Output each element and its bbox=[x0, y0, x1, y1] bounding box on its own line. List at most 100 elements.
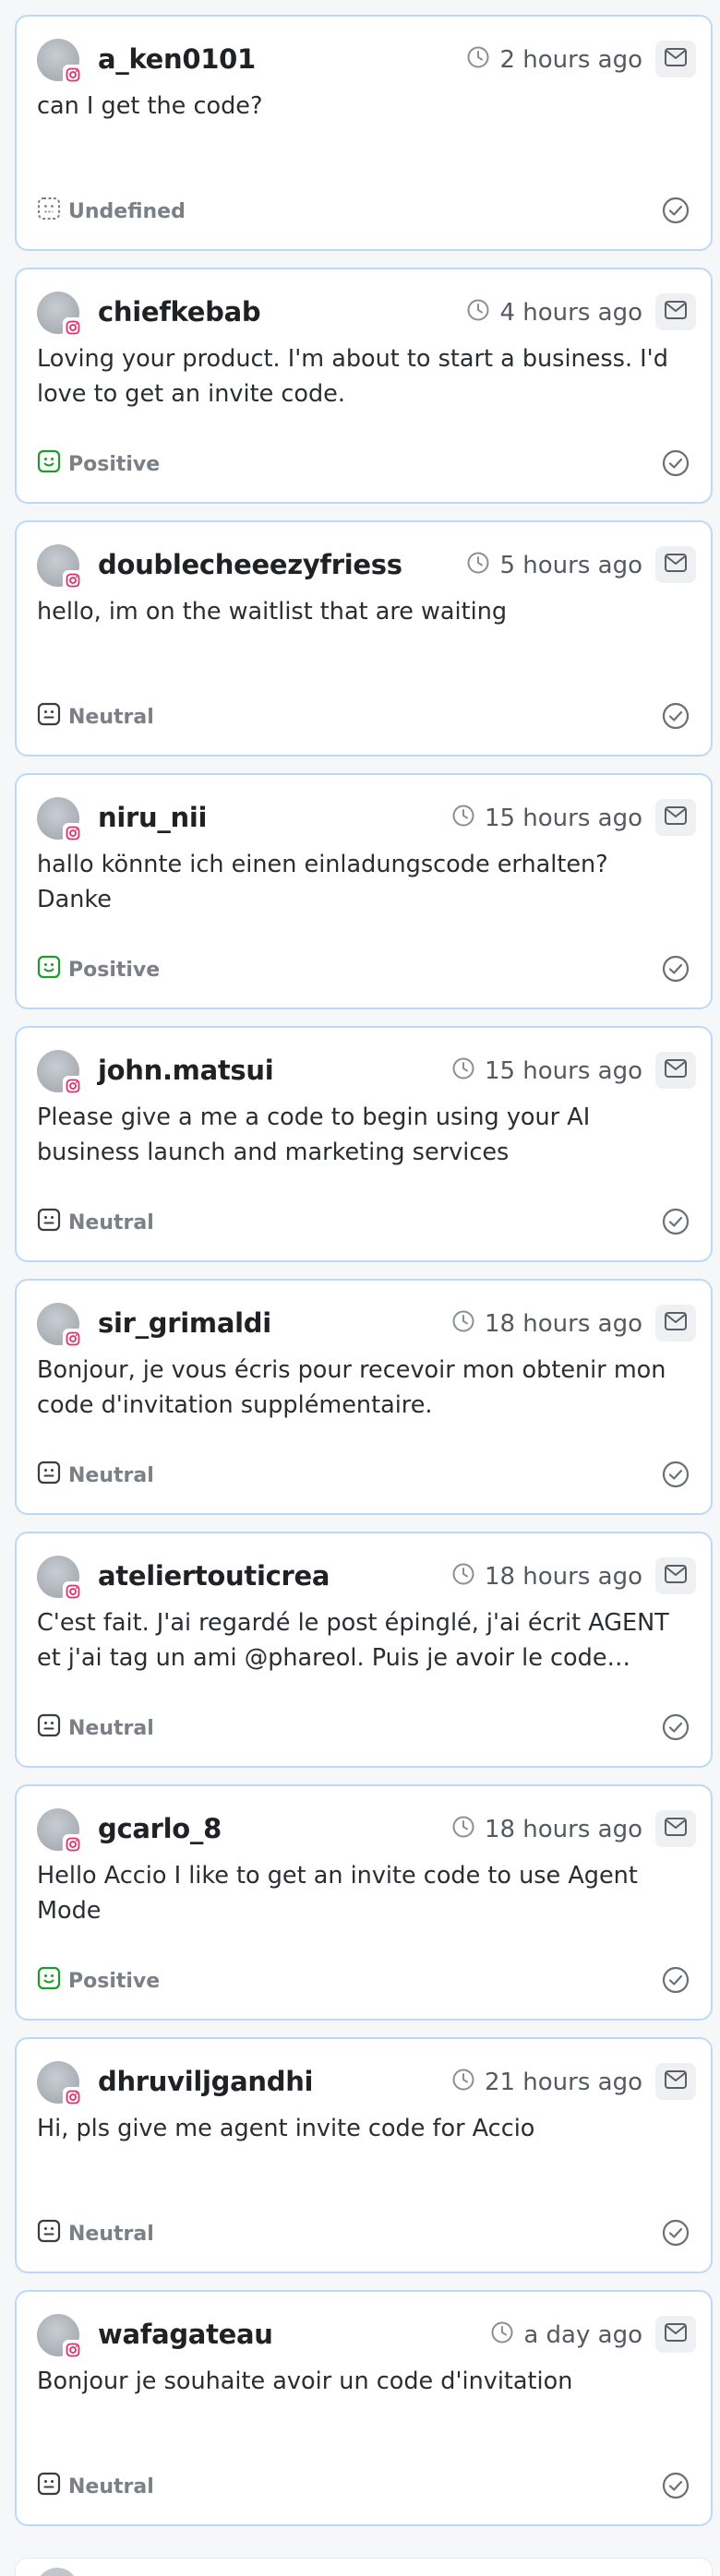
sentiment-badge: Neutral bbox=[37, 2471, 154, 2502]
sentiment-badge: Positive bbox=[37, 448, 160, 480]
sentiment-badge: Neutral bbox=[37, 701, 154, 733]
smile-face-icon bbox=[37, 955, 61, 984]
reply-button[interactable] bbox=[655, 1557, 696, 1594]
clock-icon bbox=[451, 1056, 475, 1087]
mail-icon bbox=[664, 47, 688, 71]
mail-icon bbox=[664, 2069, 688, 2093]
neutral-face-icon bbox=[37, 1461, 61, 1490]
avatar bbox=[37, 1303, 83, 1349]
message-card[interactable]: gcarlo_8 18 hours ago Hello Accio I like… bbox=[15, 1784, 713, 2021]
sentiment-label: Neutral bbox=[68, 2222, 154, 2246]
timestamp: a day ago bbox=[490, 2317, 642, 2354]
timestamp: 5 hours ago bbox=[466, 547, 642, 584]
timestamp: 21 hours ago bbox=[451, 2064, 642, 2101]
message-card[interactable]: doublecheeezyfriess 5 hours ago hello, i… bbox=[15, 520, 713, 757]
resolve-button[interactable] bbox=[659, 1207, 692, 1240]
resolve-button[interactable] bbox=[659, 954, 692, 987]
neutral-face-icon bbox=[37, 702, 61, 732]
sentiment-badge: Undefined bbox=[37, 196, 186, 227]
sentiment-label: Positive bbox=[68, 1969, 161, 1993]
instagram-icon bbox=[63, 65, 83, 85]
mail-icon bbox=[664, 2322, 688, 2346]
neutral-face-icon bbox=[37, 1713, 61, 1743]
reply-button[interactable] bbox=[655, 799, 696, 836]
message-card[interactable]: john.matsui 15 hours ago Please give a m… bbox=[15, 1026, 713, 1262]
resolve-button[interactable] bbox=[659, 448, 692, 482]
username[interactable]: wafagateau bbox=[98, 2316, 273, 2353]
sentiment-label: Neutral bbox=[68, 705, 154, 729]
message-card[interactable]: dhruviljgandhi 21 hours ago Hi, pls give… bbox=[15, 2037, 713, 2273]
username[interactable]: niru_nii bbox=[98, 799, 207, 836]
clock-icon bbox=[466, 45, 490, 76]
message-card-partial[interactable] bbox=[15, 2558, 713, 2576]
username[interactable]: chiefkebab bbox=[98, 293, 261, 330]
username[interactable]: dhruviljgandhi bbox=[98, 2063, 314, 2100]
message-card[interactable]: chiefkebab 4 hours ago Loving your produ… bbox=[15, 268, 713, 504]
reply-button[interactable] bbox=[655, 2063, 696, 2100]
instagram-icon bbox=[63, 317, 83, 338]
resolve-button[interactable] bbox=[659, 2218, 692, 2251]
message-text: Bonjour je souhaite avoir un code d'invi… bbox=[37, 2367, 573, 2395]
resolve-button[interactable] bbox=[659, 2471, 692, 2504]
message-card[interactable]: a_ken0101 2 hours ago can I get the code… bbox=[15, 15, 713, 251]
check-circle-icon bbox=[661, 2471, 690, 2504]
message-text: Bonjour, je vous écris pour recevoir mon… bbox=[37, 1356, 666, 1419]
reply-button[interactable] bbox=[655, 1810, 696, 1847]
message-list: a_ken0101 2 hours ago can I get the code… bbox=[0, 0, 720, 2576]
resolve-button[interactable] bbox=[659, 1460, 692, 1493]
clock-icon bbox=[451, 1309, 475, 1340]
avatar bbox=[37, 544, 83, 590]
reply-button[interactable] bbox=[655, 293, 696, 330]
username[interactable]: a_ken0101 bbox=[98, 41, 256, 78]
username[interactable]: sir_grimaldi bbox=[98, 1305, 271, 1342]
reply-button[interactable] bbox=[655, 546, 696, 583]
mail-icon bbox=[664, 1311, 688, 1335]
instagram-icon bbox=[63, 1834, 83, 1854]
check-circle-icon bbox=[661, 1712, 690, 1746]
resolve-button[interactable] bbox=[659, 701, 692, 734]
mail-icon bbox=[664, 1817, 688, 1841]
sentiment-label: Neutral bbox=[68, 1463, 154, 1487]
time-text: 2 hours ago bbox=[499, 46, 642, 74]
clock-icon bbox=[451, 1815, 475, 1845]
time-text: 18 hours ago bbox=[484, 1310, 642, 1338]
mail-icon bbox=[664, 805, 688, 829]
reply-button[interactable] bbox=[655, 1052, 696, 1089]
username[interactable]: gcarlo_8 bbox=[98, 1810, 222, 1847]
resolve-button[interactable] bbox=[659, 1965, 692, 1998]
time-text: 5 hours ago bbox=[499, 552, 642, 579]
dashed-face-icon bbox=[37, 197, 61, 226]
resolve-button[interactable] bbox=[659, 196, 692, 229]
instagram-icon bbox=[63, 570, 83, 590]
sentiment-badge: Neutral bbox=[37, 2218, 154, 2249]
timestamp: 18 hours ago bbox=[451, 1558, 642, 1595]
avatar bbox=[37, 39, 83, 85]
sentiment-label: Neutral bbox=[68, 2475, 154, 2498]
avatar bbox=[37, 2314, 83, 2360]
smile-face-icon bbox=[37, 1966, 61, 1996]
sentiment-label: Undefined bbox=[68, 199, 186, 223]
mail-icon bbox=[664, 300, 688, 324]
message-text: can I get the code? bbox=[37, 92, 263, 120]
username[interactable]: ateliertouticrea bbox=[98, 1557, 330, 1594]
avatar bbox=[37, 2061, 83, 2107]
reply-button[interactable] bbox=[655, 1305, 696, 1342]
instagram-icon bbox=[63, 1329, 83, 1349]
avatar bbox=[37, 1808, 83, 1854]
check-circle-icon bbox=[661, 954, 690, 987]
message-card[interactable]: niru_nii 15 hours ago hallo könnte ich e… bbox=[15, 773, 713, 1009]
reply-button[interactable] bbox=[655, 41, 696, 78]
time-text: 18 hours ago bbox=[484, 1816, 642, 1843]
timestamp: 18 hours ago bbox=[451, 1811, 642, 1848]
username[interactable]: doublecheeezyfriess bbox=[98, 546, 402, 583]
instagram-icon bbox=[63, 2087, 83, 2107]
message-card[interactable]: sir_grimaldi 18 hours ago Bonjour, je vo… bbox=[15, 1279, 713, 1515]
timestamp: 15 hours ago bbox=[451, 1053, 642, 1090]
message-card[interactable]: ateliertouticrea 18 hours ago C'est fait… bbox=[15, 1532, 713, 1768]
message-card[interactable]: wafagateau a day ago Bonjour je souhaite… bbox=[15, 2290, 713, 2526]
reply-button[interactable] bbox=[655, 2316, 696, 2353]
check-circle-icon bbox=[661, 1207, 690, 1240]
resolve-button[interactable] bbox=[659, 1712, 692, 1746]
username[interactable]: john.matsui bbox=[98, 1052, 274, 1089]
message-text: Loving your product. I'm about to start … bbox=[37, 345, 668, 408]
